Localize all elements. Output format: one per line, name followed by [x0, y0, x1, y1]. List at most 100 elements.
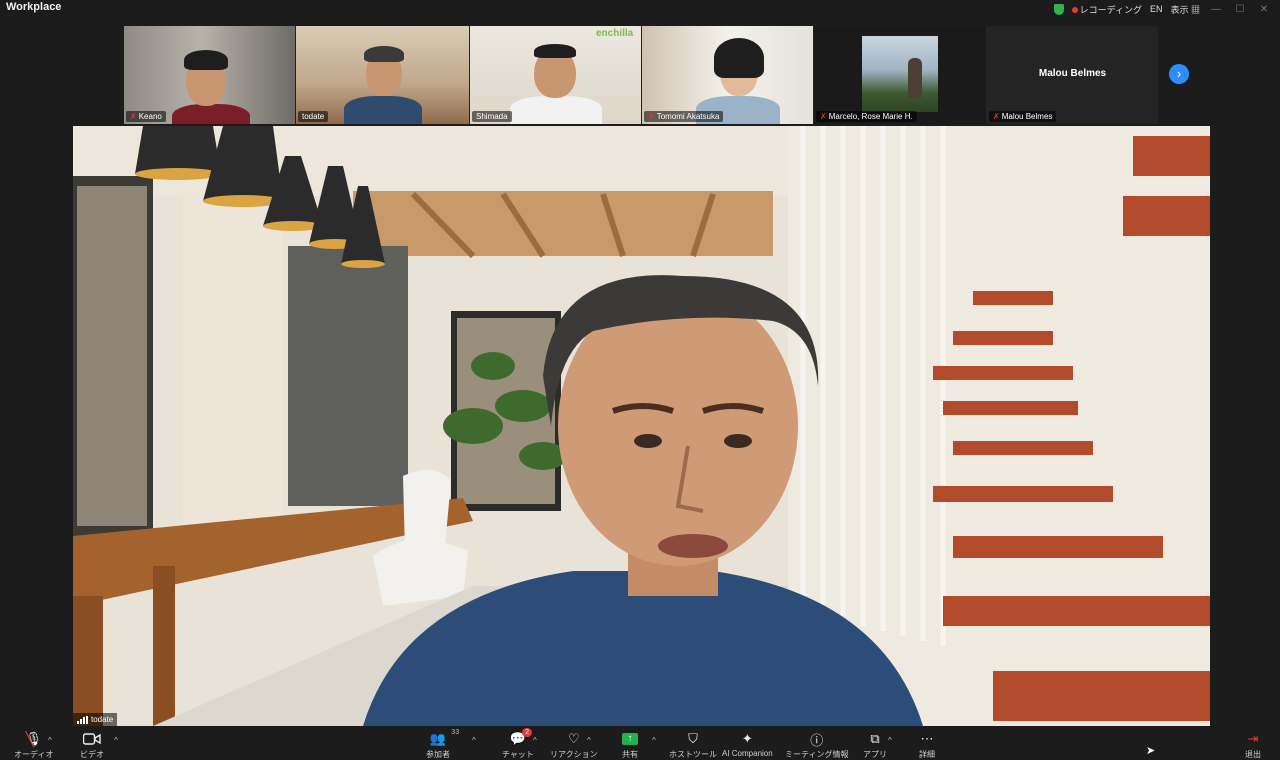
- audio-label: オーディオ: [14, 750, 54, 759]
- more-button[interactable]: ⋯ 詳細: [919, 731, 935, 760]
- signal-strength-icon: [77, 715, 88, 724]
- leave-button[interactable]: ⇥ 退出: [1245, 731, 1261, 760]
- host-tools-button[interactable]: ⛉ ホストツール: [669, 731, 717, 760]
- meeting-info-label: ミーティング情報: [785, 750, 849, 759]
- participant-name-tag: ✗ Malou Belmes: [989, 111, 1057, 122]
- enchilla-logo: enchilla: [596, 28, 634, 39]
- speaker-mouth: [658, 534, 728, 558]
- apps-label: アプリ: [863, 750, 887, 759]
- title-bar-right: レコーディング EN 表示 ▦ — ☐ ✕: [1053, 0, 1280, 18]
- participant-name-tag: ✗ Marcelo, Rose Marie H.: [816, 111, 917, 122]
- participant-figure: [344, 96, 422, 124]
- muted-mic-icon: ✗: [130, 112, 137, 121]
- participant-name: Tomomi Akatsuka: [656, 112, 720, 121]
- muted-mic-icon: ✗: [993, 112, 1000, 121]
- participant-figure: [510, 96, 602, 124]
- mouse-cursor-icon: ➤: [1146, 745, 1156, 757]
- muted-microphone-icon: 🎙 ╲: [25, 731, 42, 747]
- ai-companion-label: AI Companion: [722, 749, 773, 758]
- participant-hair: [534, 44, 576, 58]
- leave-label: 退出: [1245, 750, 1261, 759]
- host-tools-label: ホストツール: [669, 750, 717, 759]
- participants-label: 参加者: [426, 750, 450, 759]
- participant-hair: [364, 46, 404, 62]
- participant-name: todate: [302, 112, 325, 121]
- speaker-name-tag: todate: [73, 713, 118, 726]
- chat-button[interactable]: 💬 2 チャット: [502, 728, 534, 760]
- participants-count: 33: [451, 729, 460, 736]
- meeting-info-button[interactable]: ⓘ ミーティング情報: [785, 731, 849, 760]
- apps-button[interactable]: ⧉ アプリ: [863, 731, 887, 760]
- share-button[interactable]: ↑ 共有: [622, 731, 638, 760]
- table-leg: [153, 566, 175, 726]
- video-button[interactable]: ビデオ: [80, 731, 104, 760]
- meeting-toolbar: 🎙 ╲ オーディオ ^ ビデオ ^ 👥 33 参加者 ^ 💬 2 チャット ^ ♡ リ…: [0, 727, 1280, 759]
- participants-icon: 👥 33: [429, 729, 460, 746]
- chat-caret-icon[interactable]: ^: [533, 736, 537, 745]
- view-label: 表示: [1170, 4, 1189, 15]
- participant-figure: [172, 104, 250, 124]
- share-label: 共有: [622, 750, 638, 759]
- info-icon: ⓘ: [810, 732, 824, 748]
- log-wall: [183, 196, 283, 526]
- participant-name-tag: ✗ Tomomi Akatsuka: [644, 111, 724, 122]
- maximize-icon[interactable]: ☐: [1232, 4, 1248, 15]
- more-label: 詳細: [919, 750, 935, 759]
- minimize-icon[interactable]: —: [1208, 4, 1224, 15]
- apps-caret-icon[interactable]: ^: [888, 736, 892, 745]
- video-scene: [73, 126, 1210, 726]
- gallery-next-button[interactable]: ›: [1169, 64, 1189, 84]
- leave-door-icon: ⇥: [1247, 731, 1259, 746]
- participant-name-tag: ✗ Keano: [126, 111, 166, 122]
- shield-icon: ⛉: [688, 731, 698, 746]
- chat-bubble-icon: 💬 2: [510, 728, 533, 747]
- recording-dot-icon: [1071, 6, 1078, 13]
- heart-icon: ♡: [567, 731, 580, 746]
- audio-options-caret-icon[interactable]: ^: [48, 736, 52, 745]
- participant-tile-malou[interactable]: Malou Belmes ✗ Malou Belmes: [987, 26, 1158, 124]
- participants-button[interactable]: 👥 33 参加者: [426, 729, 460, 760]
- participant-name: Malou Belmes: [1001, 112, 1053, 121]
- participant-tile-keano[interactable]: ✗ Keano: [124, 26, 295, 124]
- participant-name-tag: Shimada: [472, 111, 512, 122]
- language-indicator[interactable]: EN: [1150, 4, 1163, 14]
- participant-hair: [184, 50, 228, 70]
- chat-label: チャット: [502, 750, 534, 759]
- participant-tile-tomomi[interactable]: ✗ Tomomi Akatsuka: [642, 26, 813, 124]
- participant-hair: [714, 38, 764, 78]
- speaker-name: todate: [91, 715, 114, 724]
- muted-mic-icon: ✗: [648, 112, 655, 121]
- ai-companion-button[interactable]: ✦ AI Companion: [722, 731, 773, 758]
- muted-mic-icon: ✗: [820, 112, 827, 121]
- app-title: Workplace: [6, 1, 62, 13]
- close-icon[interactable]: ✕: [1256, 4, 1272, 15]
- participant-name: Marcelo, Rose Marie H.: [828, 112, 913, 121]
- recording-label: レコーディング: [1079, 4, 1142, 15]
- table-leg: [73, 596, 103, 726]
- gallery-strip: ✗ Keano todate enchilla Shimada ✗ Tomomi A…: [124, 26, 1158, 124]
- sparkle-icon: ✦: [741, 731, 753, 746]
- recording-indicator[interactable]: レコーディング: [1071, 3, 1142, 16]
- title-bar: Workplace レコーディング EN 表示 ▦ — ☐ ✕: [0, 0, 1280, 18]
- participant-tile-todate[interactable]: todate: [296, 26, 469, 124]
- left-window-view: [77, 186, 147, 526]
- reactions-caret-icon[interactable]: ^: [587, 736, 591, 745]
- participant-name-tag: todate: [298, 111, 329, 122]
- video-label: ビデオ: [80, 750, 104, 759]
- view-menu[interactable]: 表示 ▦: [1170, 3, 1200, 16]
- participant-name: Keano: [138, 112, 162, 121]
- more-dots-icon: ⋯: [920, 731, 934, 746]
- avatar-figure: [908, 58, 922, 98]
- chat-unread-badge: 2: [522, 728, 533, 737]
- participant-avatar: [862, 36, 938, 112]
- share-caret-icon[interactable]: ^: [652, 736, 656, 745]
- participant-tile-shimada[interactable]: enchilla Shimada: [470, 26, 641, 124]
- video-options-caret-icon[interactable]: ^: [114, 736, 118, 745]
- share-screen-icon: ↑: [622, 731, 638, 747]
- encryption-shield-icon[interactable]: [1053, 3, 1064, 15]
- participant-center-name: Malou Belmes: [1038, 68, 1107, 79]
- reactions-label: リアクション: [550, 750, 598, 759]
- main-speaker-video[interactable]: todate: [73, 126, 1210, 726]
- participants-caret-icon[interactable]: ^: [472, 736, 476, 745]
- participant-tile-marcelo[interactable]: ✗ Marcelo, Rose Marie H.: [814, 26, 986, 124]
